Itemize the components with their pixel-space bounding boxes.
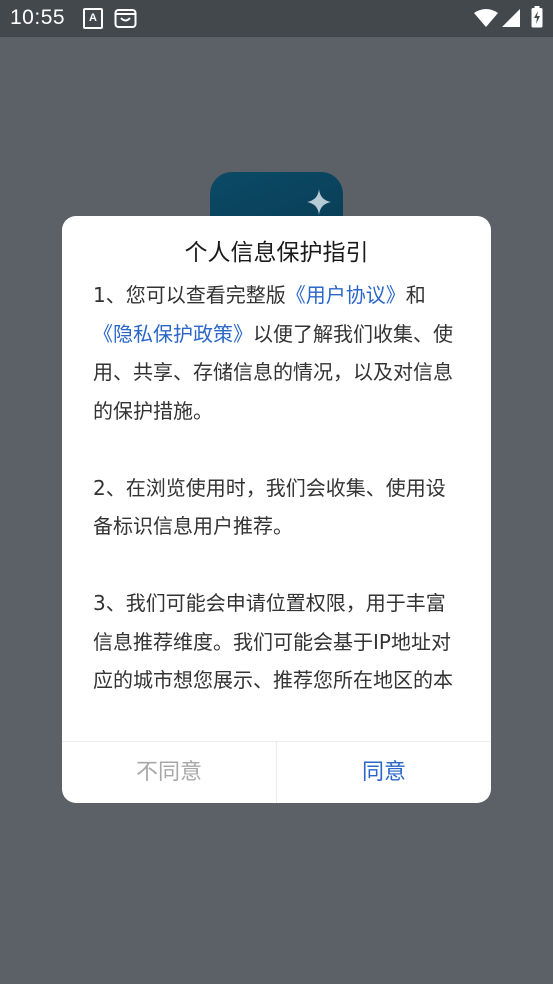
- dialog-title: 个人信息保护指引: [184, 240, 369, 266]
- p1-prefix: 1、您可以查看完整版: [93, 283, 286, 307]
- dialog-content[interactable]: 1、您可以查看完整版《用户协议》和《隐私保护政策》以便了解我们收集、使用、共享、…: [93, 276, 465, 708]
- agree-button[interactable]: 同意: [277, 742, 491, 803]
- store-icon: [114, 7, 137, 33]
- wifi-icon: [474, 9, 498, 32]
- sparkle-icon: [307, 189, 331, 215]
- user-agreement-link[interactable]: 《用户协议》: [286, 283, 406, 307]
- signal-icon: [502, 9, 520, 31]
- privacy-policy-link[interactable]: 《隐私保护政策》: [93, 322, 253, 346]
- privacy-dialog: 个人信息保护指引 1、您可以查看完整版《用户协议》和《隐私保护政策》以便了解我们…: [62, 216, 491, 803]
- p1-and: 和: [405, 283, 426, 307]
- disagree-button[interactable]: 不同意: [62, 742, 276, 803]
- battery-charging-icon: [531, 6, 543, 32]
- text-a-icon: A: [83, 8, 103, 29]
- status-time: 10:55: [10, 6, 66, 29]
- paragraph-2: 2、在浏览使用时，我们会收集、使用设备标识信息用户推荐。: [93, 475, 446, 539]
- paragraph-1: 1、您可以查看完整版《用户协议》和《隐私保护政策》以便了解我们收集、使用、共享、…: [93, 276, 465, 430]
- paragraph-3: 3、我们可能会申请位置权限，用于丰富信息推荐维度。我们可能会基于IP地址对应的城…: [93, 591, 453, 708]
- status-bar: 10:55 A: [0, 0, 553, 37]
